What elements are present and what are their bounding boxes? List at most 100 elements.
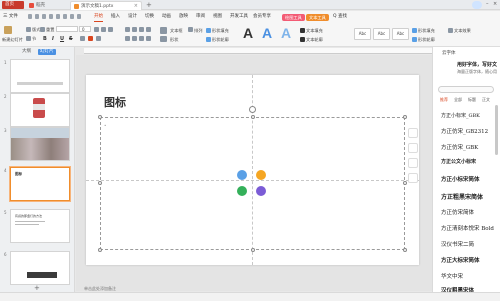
slide-thumbnail-4[interactable]: 图标 <box>10 167 70 201</box>
shape-fill-icon[interactable] <box>206 28 211 33</box>
font-item[interactable]: 华文中宋 <box>441 272 463 280</box>
font-name-field[interactable] <box>56 26 78 32</box>
menu-design[interactable]: 设计 <box>128 13 137 21</box>
shape-outline-right-button[interactable]: 形状轮廓 <box>418 37 435 43</box>
underline-button[interactable]: U <box>60 36 64 42</box>
font-item[interactable]: 方正仿宋_GBK <box>441 143 478 151</box>
tab-slides[interactable]: 幻灯片 <box>38 49 56 55</box>
slide-title[interactable]: 图标 <box>104 94 126 110</box>
close-tab-icon[interactable]: × <box>134 2 138 11</box>
panel-scrollbar[interactable] <box>495 105 498 155</box>
shape-fill-right-icon[interactable] <box>412 28 417 33</box>
text-outline-icon[interactable] <box>300 37 305 42</box>
font-item[interactable]: 方正小标宋_GBK <box>441 112 480 119</box>
layout-icon[interactable] <box>26 27 31 32</box>
font-item[interactable]: 方正仿宋_GB2312 <box>441 127 488 135</box>
menu-transition[interactable]: 切换 <box>145 13 154 21</box>
font-search-input[interactable] <box>438 86 494 93</box>
menu-review[interactable]: 审阅 <box>196 13 205 21</box>
shapes-button[interactable]: 形状 <box>170 37 178 43</box>
tab-docer[interactable]: 稻壳 <box>26 1 66 10</box>
text-effects-icon[interactable] <box>448 28 453 33</box>
shape-fill-button[interactable]: 形状填充 <box>212 28 229 34</box>
tab-title[interactable]: 标题 <box>468 97 476 103</box>
bullet-list-icon[interactable] <box>125 27 130 32</box>
new-slide-button[interactable]: 新建幻灯片 <box>2 37 23 43</box>
numbered-list-icon[interactable] <box>132 27 137 32</box>
avatar[interactable] <box>472 1 482 9</box>
text-box-icon[interactable] <box>160 27 167 34</box>
print-icon[interactable] <box>42 14 46 19</box>
content-placeholder[interactable] <box>100 117 405 250</box>
font-size-field[interactable]: 0 <box>79 26 91 32</box>
decrease-font-icon[interactable] <box>101 27 106 32</box>
style-swatch-3[interactable]: Abc <box>392 28 409 40</box>
indent-icon[interactable] <box>139 27 144 32</box>
tab-text-tools[interactable]: 文本工具 <box>306 14 329 21</box>
tab-recommend[interactable]: 推荐 <box>440 97 448 103</box>
menu-file[interactable]: 三 文件 <box>3 13 18 21</box>
clear-format-icon[interactable] <box>108 27 113 32</box>
bold-button[interactable]: B <box>43 36 47 42</box>
style-swatch-1[interactable]: Abc <box>354 28 371 40</box>
text-box-button[interactable]: 文本框 <box>170 28 183 34</box>
pen-icon[interactable] <box>408 143 418 153</box>
shape-outline-right-icon[interactable] <box>412 37 417 42</box>
align-right-icon[interactable] <box>139 36 144 41</box>
slide-thumbnail-2[interactable] <box>10 93 70 127</box>
menu-developer[interactable]: 开发工具 <box>230 13 248 21</box>
resize-handle[interactable] <box>251 115 255 119</box>
video-icon[interactable] <box>256 186 266 196</box>
italic-button[interactable]: I <box>52 36 54 42</box>
resize-handle[interactable] <box>403 181 407 185</box>
more-icon[interactable] <box>77 14 81 19</box>
search-button[interactable]: Q 查找 <box>333 13 347 21</box>
table-icon[interactable] <box>237 186 247 196</box>
superscript-icon[interactable] <box>80 36 85 41</box>
chart-icon[interactable] <box>256 170 266 180</box>
menu-insert[interactable]: 插入 <box>111 13 120 21</box>
text-style-a-plain[interactable]: A <box>243 24 253 42</box>
minimize-icon[interactable]: – <box>486 1 489 7</box>
slide-thumbnail-1[interactable] <box>10 59 70 93</box>
resize-handle[interactable] <box>251 248 255 252</box>
open-icon[interactable] <box>28 14 32 19</box>
reset-icon[interactable] <box>40 27 45 32</box>
shape-fill-right-button[interactable]: 形状填充 <box>418 28 435 34</box>
reset-button[interactable]: 重置 <box>46 27 54 33</box>
menu-animation[interactable]: 动画 <box>162 13 171 21</box>
section-button[interactable]: 节 <box>32 36 36 42</box>
font-color-icon[interactable] <box>88 36 93 41</box>
close-window-icon[interactable]: × <box>493 1 497 7</box>
new-tab-icon[interactable]: + <box>146 1 152 9</box>
arrange-icon[interactable] <box>188 27 193 32</box>
undo-icon[interactable] <box>49 14 53 19</box>
crop-icon[interactable] <box>408 158 418 168</box>
menu-slideshow[interactable]: 放映 <box>179 13 188 21</box>
resize-handle[interactable] <box>98 181 102 185</box>
resize-handle[interactable] <box>403 115 407 119</box>
add-slide-icon[interactable]: + <box>34 284 40 292</box>
resize-handle[interactable] <box>98 248 102 252</box>
text-effects-button[interactable]: 文本效果 <box>454 28 471 34</box>
font-item[interactable]: 方正大标宋简体 <box>441 256 480 264</box>
font-item[interactable]: 方正仿宋简体 <box>441 208 474 216</box>
format-painter-icon[interactable] <box>63 14 67 19</box>
slide-thumbnail-6[interactable] <box>10 251 70 285</box>
bulb-icon[interactable] <box>408 173 418 183</box>
text-fill-icon[interactable] <box>300 28 305 33</box>
font-item[interactable]: 汉仪书宋二简 <box>441 240 474 248</box>
font-item[interactable]: 方正清刻本悦宋 Bold <box>441 224 494 232</box>
picture-icon[interactable] <box>237 170 247 180</box>
rotate-handle[interactable] <box>249 106 256 113</box>
font-item[interactable]: 方正公文小标宋 <box>441 158 476 165</box>
font-item[interactable]: 方正小标宋简体 <box>441 175 480 183</box>
justify-icon[interactable] <box>146 36 151 41</box>
shape-outline-button[interactable]: 形状轮廓 <box>212 37 229 43</box>
text-outline-button[interactable]: 文本轮廓 <box>306 37 323 43</box>
tab-outline[interactable]: 大纲 <box>22 49 31 55</box>
layers-icon[interactable] <box>408 128 418 138</box>
tab-body[interactable]: 正文 <box>482 97 490 103</box>
save-icon[interactable] <box>35 14 39 19</box>
tab-all[interactable]: 全部 <box>454 97 462 103</box>
